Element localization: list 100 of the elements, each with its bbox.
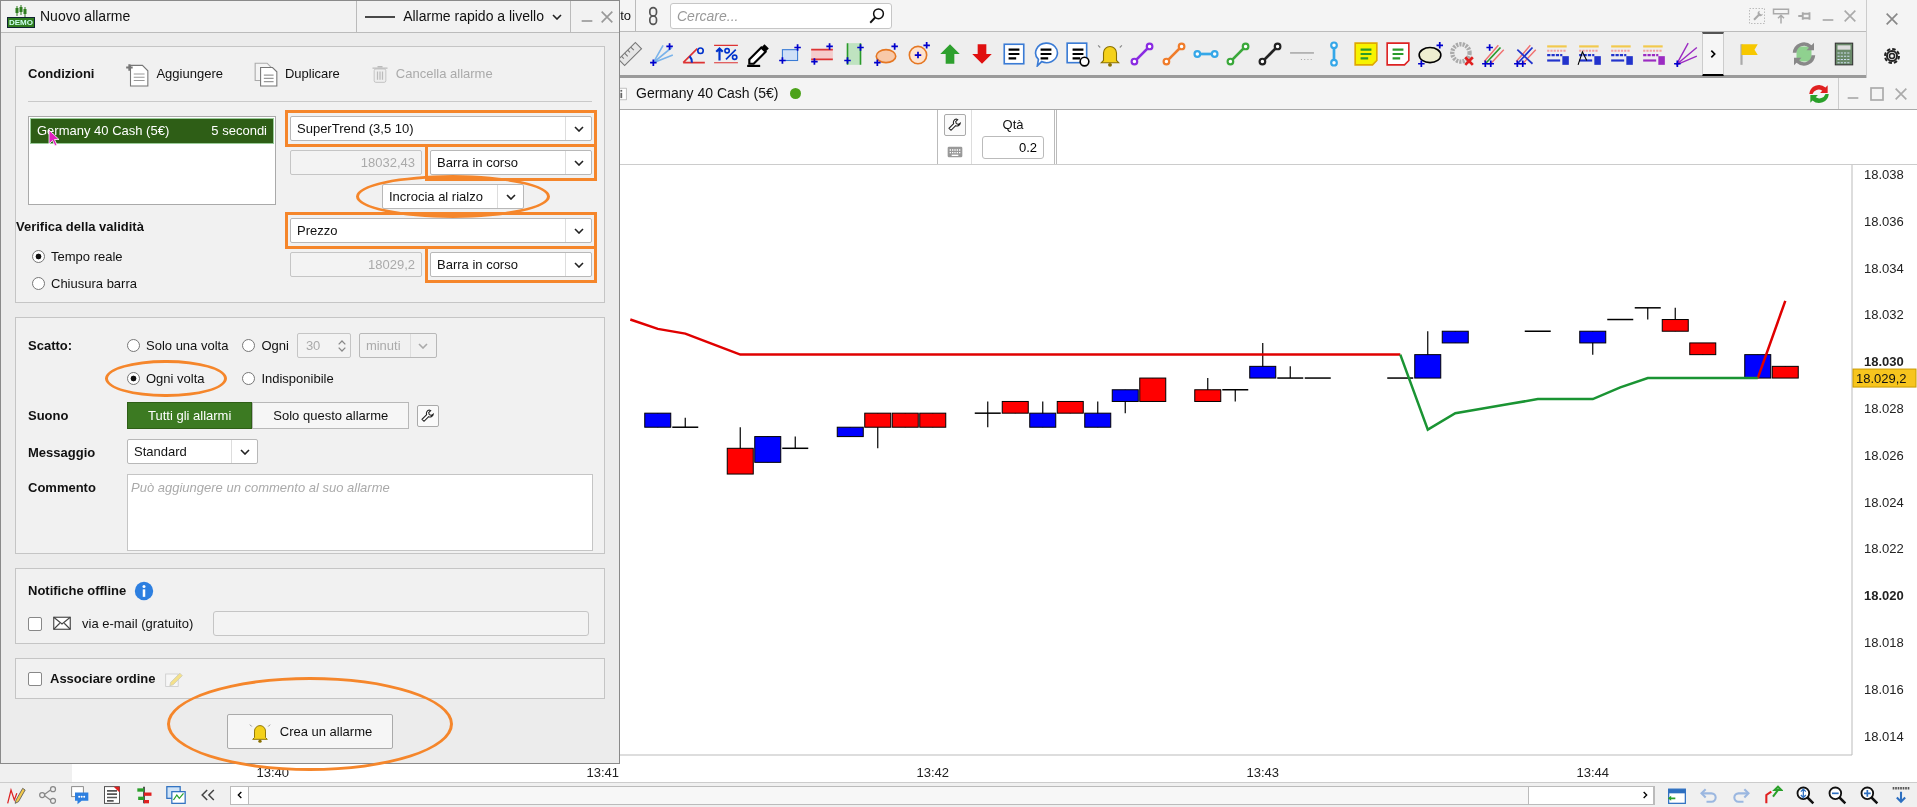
field-label: Scatto:: [28, 337, 74, 355]
checkbox[interactable]: [28, 616, 42, 631]
axis-label: 18.026: [1864, 447, 1904, 463]
field-label: Suono: [28, 407, 70, 425]
candle: [1139, 377, 1167, 403]
close-icon[interactable]: [1884, 10, 1900, 27]
vertical-band-icon[interactable]: [841, 40, 867, 67]
window-title: Nuovo allarme: [40, 7, 131, 26]
scroll-left-button[interactable]: [231, 786, 249, 804]
checkbox-label: via e-mail (gratuito): [82, 614, 194, 633]
toolbar-text: to: [620, 6, 631, 25]
wrench-icon: [420, 407, 437, 424]
axis-label: 18.036: [1864, 213, 1904, 229]
radio-button[interactable]: [242, 339, 256, 352]
channel-icon[interactable]: [809, 40, 835, 67]
radio-label: Ogni volta: [146, 369, 205, 388]
close-icon[interactable]: [599, 9, 615, 26]
dropdown[interactable]: Allarme rapido a livello: [356, 1, 571, 32]
line-icon: [365, 14, 396, 19]
wrench-icon: [946, 117, 963, 133]
toggle-button[interactable]: Solo questo allarme: [252, 402, 410, 429]
axis-label: 18.034: [1864, 260, 1904, 276]
axis-label: 18.032: [1864, 307, 1904, 323]
note-icon[interactable]: [1385, 40, 1411, 67]
radio-button[interactable]: [32, 277, 45, 291]
checkbox[interactable]: [28, 671, 42, 686]
caret-icon: [552, 13, 562, 20]
caret-icon: [505, 193, 516, 200]
field-label: Qtà: [1002, 115, 1024, 134]
axis-label: 18.014: [1864, 728, 1904, 744]
chevron-left-icon: [235, 790, 244, 800]
radio-button[interactable]: [32, 249, 45, 263]
ellipse-icon[interactable]: [873, 40, 899, 67]
axis-label: 18.024: [1864, 494, 1904, 510]
radio-label: Ogni: [261, 336, 289, 355]
axis-label: 18.018: [1864, 635, 1904, 651]
axis-label: 13:44: [1576, 765, 1609, 780]
caret-icon: [573, 261, 584, 268]
fan-lines-icon[interactable]: [649, 40, 675, 67]
toolbar-button[interactable]: Duplicare: [252, 60, 340, 88]
search-icon[interactable]: [868, 6, 886, 25]
chevron-right-button[interactable]: [1702, 31, 1724, 76]
section-title: Condizioni: [28, 65, 95, 84]
text-box-icon[interactable]: [1001, 40, 1027, 67]
download-icon[interactable]: [1891, 785, 1911, 805]
caret-icon: [573, 125, 584, 132]
email-field[interactable]: [213, 611, 590, 636]
settings-button[interactable]: [943, 114, 966, 136]
radio-button[interactable]: [127, 372, 140, 385]
dropdown[interactable]: SuperTrend (3,5 10): [290, 116, 592, 141]
axis-label: 18.038: [1864, 166, 1904, 182]
toggle-button[interactable]: Tutti gli allarmi: [127, 402, 253, 429]
radio-button[interactable]: [127, 339, 140, 352]
chart-window-icon[interactable]: [166, 785, 186, 805]
settings-button[interactable]: [417, 404, 440, 427]
candle: [1111, 389, 1139, 414]
dropdown[interactable]: Prezzo: [290, 218, 592, 243]
bars-icon[interactable]: [134, 785, 154, 805]
field-label: Messaggio: [28, 444, 97, 462]
caret-icon: [573, 227, 584, 234]
section-title: Verifica della validità: [16, 218, 145, 236]
quantity-field[interactable]: 0.2: [982, 136, 1044, 160]
axis-label: 13:41: [586, 765, 619, 780]
speech-bubble-icon[interactable]: [1033, 40, 1059, 67]
caret-icon: [418, 342, 429, 349]
candle: [919, 412, 947, 428]
candle: [1689, 342, 1717, 356]
zoom-in-icon[interactable]: [1859, 785, 1879, 805]
field-label: Commento: [28, 479, 97, 497]
dropdown[interactable]: Incrocia al rialzo: [382, 184, 524, 209]
create-button[interactable]: Crea un allarme: [227, 714, 393, 749]
segment-icon[interactable]: [1257, 40, 1283, 67]
chevron-right-icon: [1640, 790, 1649, 800]
search-field[interactable]: Cercare...: [670, 2, 892, 29]
wheel-delete-icon[interactable]: [1449, 40, 1475, 67]
caret-icon: [239, 448, 250, 455]
fan-lines-icon[interactable]: [1673, 40, 1699, 67]
comment-field[interactable]: Può aggiungere un commento al suo allarme: [127, 474, 593, 551]
radio-button[interactable]: [242, 372, 256, 385]
anchor-text-icon[interactable]: [1065, 40, 1091, 67]
axis-label: 18.016: [1864, 681, 1904, 697]
logo-badge: DEMO: [7, 17, 35, 28]
scroll-right-button[interactable]: [1636, 786, 1654, 804]
zoom-out-icon[interactable]: [1827, 785, 1847, 805]
mail-icon: [50, 614, 74, 633]
radio-label: Tempo reale: [51, 247, 123, 266]
chat-icon[interactable]: [70, 785, 90, 805]
dropdown[interactable]: Standard: [127, 439, 258, 464]
info-icon[interactable]: [134, 581, 155, 601]
pencil-chart-icon[interactable]: [6, 785, 26, 805]
scrollbar-thumb[interactable]: [1528, 786, 1636, 804]
share-icon[interactable]: [38, 785, 58, 805]
ellipse-icon[interactable]: [1417, 40, 1443, 67]
zoom-fit-icon[interactable]: [1795, 785, 1815, 805]
toolbar-button[interactable]: Aggiungere: [124, 60, 223, 88]
radio-label: Indisponibile: [261, 369, 334, 388]
list-item[interactable]: Germany 40 Cash (5€) 5 secondi: [30, 118, 274, 144]
flip-icon[interactable]: [1763, 785, 1783, 805]
note-icon[interactable]: [1353, 40, 1379, 67]
report-icon[interactable]: [102, 785, 122, 805]
